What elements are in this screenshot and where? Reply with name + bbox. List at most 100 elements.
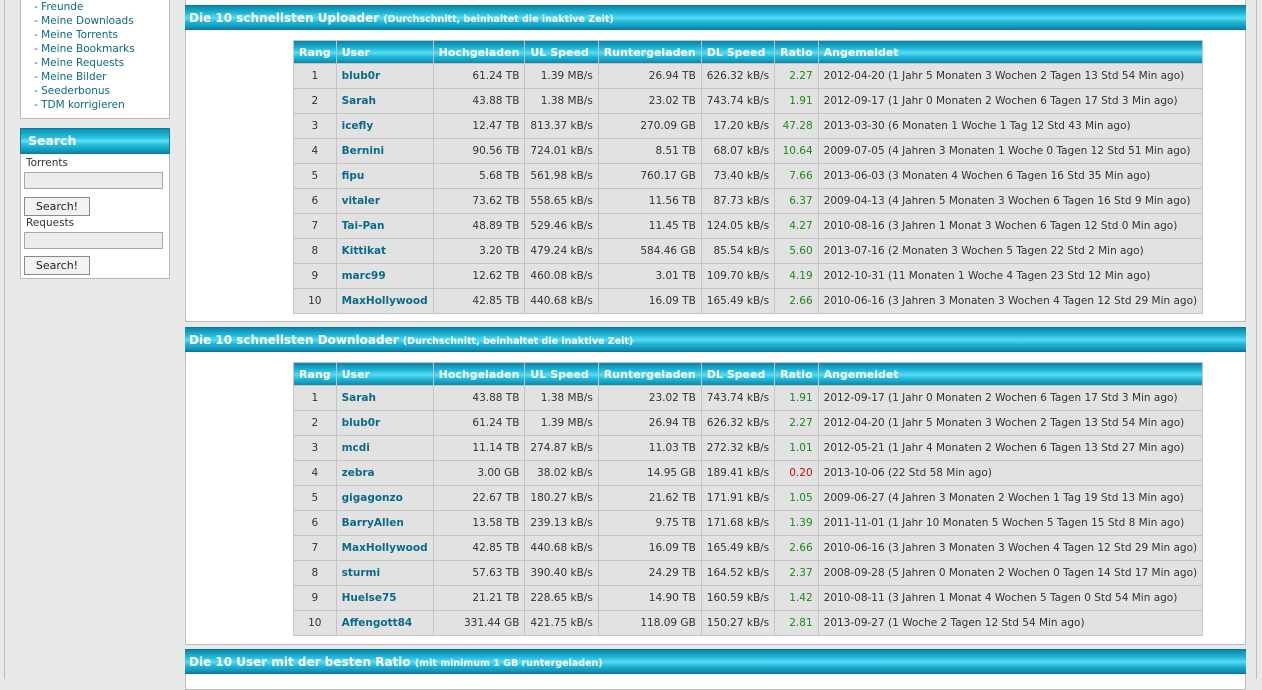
table-row: 8 Kittikat 3.20 TB 479.24 kB/s 584.46 GB 85.5…: [293, 238, 1204, 264]
rank-cell: 3: [293, 435, 337, 461]
registered-cell: 2012-04-20 (1 Jahr 5 Monaten 3 Wochen 2 …: [817, 410, 1204, 436]
table-row: 1 blub0r 61.24 TB 1.39 MB/s 26.94 TB 626.32 k…: [293, 63, 1204, 89]
user-link[interactable]: Kittikat: [342, 245, 386, 257]
user-link[interactable]: vitaler: [342, 195, 380, 207]
torrents-label: Torrents: [26, 157, 68, 169]
ratio-cell: 2.27: [774, 410, 819, 436]
downloaded-cell: 14.90 TB: [597, 585, 702, 611]
user-link[interactable]: Bernini: [342, 145, 384, 157]
user-cell[interactable]: Kittikat: [335, 238, 434, 264]
user-cell[interactable]: zebra: [335, 460, 434, 486]
user-link[interactable]: icefly: [342, 120, 374, 132]
user-link[interactable]: Sarah: [342, 392, 376, 404]
downloaded-cell: 118.09 GB: [597, 610, 702, 636]
requests-search-input[interactable]: [24, 232, 163, 249]
dl-speed-cell: 85.54 kB/s: [700, 238, 776, 264]
menu-item[interactable]: - Freunde: [34, 0, 135, 14]
user-link[interactable]: Tai-Pan: [342, 220, 385, 232]
ul-speed-cell: 813.37 kB/s: [524, 113, 599, 139]
user-cell[interactable]: Bernini: [335, 138, 434, 164]
user-cell[interactable]: marc99: [335, 263, 434, 289]
table-row: 4 zebra 3.00 GB 38.02 kB/s 14.95 GB 189.41 kB…: [293, 460, 1204, 486]
dl-speed-cell: 272.32 kB/s: [700, 435, 776, 461]
rank-cell: 2: [293, 410, 337, 436]
menu-item-link[interactable]: - Meine Torrents: [34, 29, 118, 41]
menu-item[interactable]: - Meine Torrents: [34, 28, 135, 42]
user-link[interactable]: BarryAllen: [342, 517, 404, 529]
registered-cell: 2008-09-28 (5 Jahren 0 Monaten 2 Wochen …: [817, 560, 1204, 586]
page-left-border: [4, 0, 5, 679]
user-cell[interactable]: Sarah: [335, 88, 434, 114]
rank-cell: 6: [293, 188, 337, 214]
ratio-cell: 5.60: [774, 238, 819, 264]
ul-speed-cell: 180.27 kB/s: [524, 485, 599, 511]
uploaded-cell: 43.88 TB: [432, 385, 526, 411]
user-cell[interactable]: Tai-Pan: [335, 213, 434, 239]
user-link[interactable]: Huelse75: [342, 592, 397, 604]
menu-item-link[interactable]: - Meine Requests: [34, 57, 124, 69]
column-header: UL Speed: [524, 40, 599, 64]
menu-item[interactable]: - TDM korrigieren: [34, 98, 135, 112]
user-link[interactable]: blub0r: [342, 417, 381, 429]
menu-item-link[interactable]: - Meine Bookmarks: [34, 43, 135, 55]
user-cell[interactable]: vitaler: [335, 188, 434, 214]
user-link[interactable]: blub0r: [342, 70, 381, 82]
user-link[interactable]: MaxHollywood: [342, 542, 428, 554]
downloaded-cell: 8.51 TB: [597, 138, 702, 164]
user-cell[interactable]: Huelse75: [335, 585, 434, 611]
menu-item[interactable]: - Seederbonus: [34, 84, 135, 98]
requests-search-button[interactable]: Search!: [24, 256, 90, 275]
user-cell[interactable]: MaxHollywood: [335, 288, 434, 314]
user-link[interactable]: marc99: [342, 270, 386, 282]
ratio-cell: 10.64: [774, 138, 819, 164]
user-link[interactable]: Affengott84: [342, 617, 413, 629]
dl-speed-cell: 87.73 kB/s: [700, 188, 776, 214]
user-cell[interactable]: icefly: [335, 113, 434, 139]
menu-item-link[interactable]: - Freunde: [34, 1, 83, 13]
user-link[interactable]: MaxHollywood: [342, 295, 428, 307]
search-box: Search Torrents Search! Requests Search!: [20, 128, 170, 279]
ul-speed-cell: 561.98 kB/s: [524, 163, 599, 189]
user-cell[interactable]: blub0r: [335, 410, 434, 436]
rank-cell: 6: [293, 510, 337, 536]
registered-cell: 2012-10-31 (11 Monaten 1 Woche 4 Tagen 2…: [817, 263, 1204, 289]
menu-item[interactable]: - Meine Downloads: [34, 14, 135, 28]
registered-cell: 2013-07-16 (2 Monaten 3 Wochen 5 Tagen 2…: [817, 238, 1204, 264]
rank-cell: 1: [293, 63, 337, 89]
torrents-search-input[interactable]: [24, 172, 163, 189]
torrents-search-button[interactable]: Search!: [24, 197, 90, 216]
user-cell[interactable]: BarryAllen: [335, 510, 434, 536]
user-link[interactable]: mcdi: [342, 442, 370, 454]
user-link[interactable]: zebra: [342, 467, 375, 479]
menu-item[interactable]: - Meine Bookmarks: [34, 42, 135, 56]
menu-item-link[interactable]: - Meine Bilder: [34, 71, 107, 83]
user-cell[interactable]: mcdi: [335, 435, 434, 461]
user-cell[interactable]: Affengott84: [335, 610, 434, 636]
registered-cell: 2009-06-27 (4 Jahren 3 Monaten 2 Wochen …: [817, 485, 1204, 511]
downloaded-cell: 11.56 TB: [597, 188, 702, 214]
user-cell[interactable]: sturmi: [335, 560, 434, 586]
user-cell[interactable]: fipu: [335, 163, 434, 189]
user-link[interactable]: fipu: [342, 170, 365, 182]
user-cell[interactable]: gigagonzo: [335, 485, 434, 511]
dl-speed-cell: 743.74 kB/s: [700, 385, 776, 411]
menu-item[interactable]: - Meine Bilder: [34, 70, 135, 84]
menu-item-link[interactable]: - TDM korrigieren: [34, 99, 125, 111]
user-cell[interactable]: blub0r: [335, 63, 434, 89]
ratio-cell: 2.66: [774, 288, 819, 314]
user-cell[interactable]: Sarah: [335, 385, 434, 411]
user-link[interactable]: Sarah: [342, 95, 376, 107]
user-link[interactable]: gigagonzo: [342, 492, 403, 504]
user-cell[interactable]: MaxHollywood: [335, 535, 434, 561]
menu-item-link[interactable]: - Seederbonus: [34, 85, 110, 97]
uploaded-cell: 331.44 GB: [432, 610, 526, 636]
user-link[interactable]: sturmi: [342, 567, 380, 579]
downloader-panel-title: Die 10 schnellsten Downloader: [189, 333, 399, 347]
ul-speed-cell: 440.68 kB/s: [524, 535, 599, 561]
ul-speed-cell: 1.39 MB/s: [524, 410, 599, 436]
uploaded-cell: 3.00 GB: [432, 460, 526, 486]
uploader-table: Rang User Hochgeladen UL Speed Runtergeladen…: [293, 40, 1204, 314]
rank-cell: 9: [293, 585, 337, 611]
menu-item[interactable]: - Meine Requests: [34, 56, 135, 70]
menu-item-link[interactable]: - Meine Downloads: [34, 15, 134, 27]
